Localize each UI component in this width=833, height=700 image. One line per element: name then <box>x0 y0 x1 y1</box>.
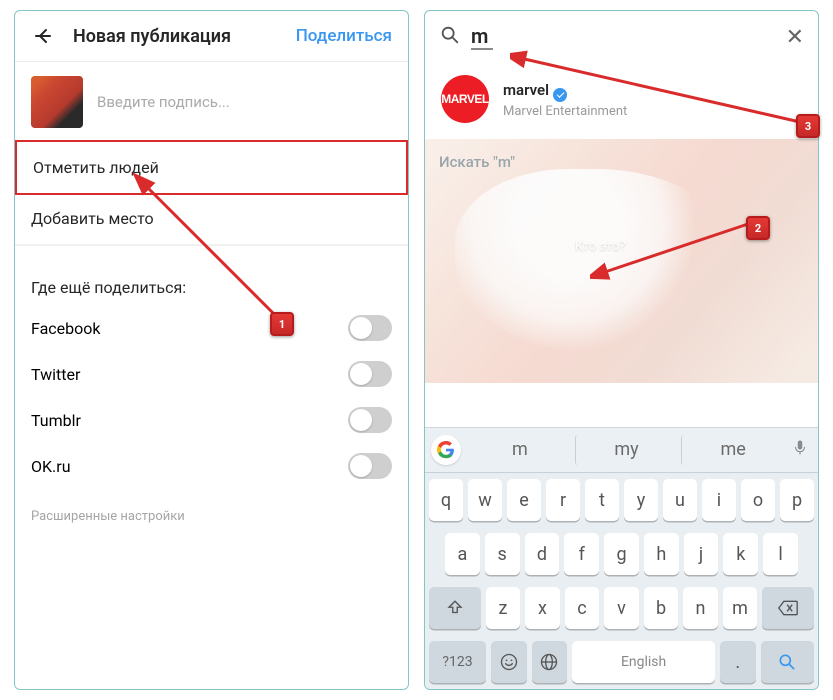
key-d[interactable]: d <box>525 533 560 575</box>
key-z[interactable]: z <box>486 587 521 629</box>
suggestion-bar: m my me <box>425 428 818 473</box>
backspace-key[interactable] <box>762 587 814 629</box>
keyboard: m my me qwertyuiop asdfghjkl zxcvbnm ?12… <box>425 427 818 689</box>
emoji-key[interactable] <box>491 641 527 683</box>
key-row: qwertyuiop <box>425 473 818 527</box>
key-x[interactable]: x <box>525 587 560 629</box>
key-q[interactable]: q <box>429 479 463 521</box>
suggestion[interactable]: my <box>575 435 678 465</box>
key-a[interactable]: a <box>445 533 480 575</box>
key-c[interactable]: c <box>565 587 600 629</box>
search-icon <box>439 24 461 50</box>
share-twitter: Twitter <box>15 351 408 397</box>
key-w[interactable]: w <box>468 479 502 521</box>
header: Новая публикация Поделиться <box>15 11 408 62</box>
key-g[interactable]: g <box>604 533 639 575</box>
key-l[interactable]: l <box>763 533 798 575</box>
search-key[interactable] <box>761 641 814 683</box>
verified-icon <box>553 88 567 102</box>
add-location-row[interactable]: Добавить место <box>15 193 408 245</box>
suggestion[interactable]: m <box>469 435 571 465</box>
back-arrow-icon[interactable] <box>31 23 57 49</box>
key-y[interactable]: y <box>624 479 658 521</box>
key-v[interactable]: v <box>604 587 639 629</box>
numeric-key[interactable]: ?123 <box>429 641 486 683</box>
key-k[interactable]: k <box>723 533 758 575</box>
key-h[interactable]: h <box>644 533 679 575</box>
key-p[interactable]: p <box>780 479 814 521</box>
tag-people-row[interactable]: Отметить людей <box>15 140 408 195</box>
key-row: zxcvbnm <box>425 581 818 635</box>
share-facebook: Facebook <box>15 305 408 351</box>
key-u[interactable]: u <box>663 479 697 521</box>
share-okru: OK.ru <box>15 443 408 489</box>
key-i[interactable]: i <box>702 479 736 521</box>
toggle-okru[interactable] <box>348 453 392 479</box>
annotation-1: 1 <box>270 312 294 336</box>
shift-key[interactable] <box>429 587 481 629</box>
toggle-facebook[interactable] <box>348 315 392 341</box>
advanced-settings[interactable]: Расширенные настройки <box>15 489 408 544</box>
search-bar: m ✕ <box>425 11 818 63</box>
key-m[interactable]: m <box>723 587 758 629</box>
key-f[interactable]: f <box>564 533 599 575</box>
network-label: Tumblr <box>31 411 81 430</box>
close-icon[interactable]: ✕ <box>786 25 804 50</box>
space-key[interactable]: English <box>572 641 715 683</box>
divider <box>15 245 408 262</box>
annotation-2: 2 <box>746 216 770 240</box>
also-share-label: Где ещё поделиться: <box>15 262 408 305</box>
network-label: OK.ru <box>31 457 71 476</box>
network-label: Facebook <box>31 319 100 338</box>
share-button[interactable]: Поделиться <box>296 26 392 46</box>
suggestion[interactable]: me <box>681 435 784 465</box>
network-label: Twitter <box>31 365 80 384</box>
period-key[interactable]: . <box>720 641 756 683</box>
page-title: Новая публикация <box>73 26 296 47</box>
phone-search-tag: m ✕ MARVEL marvel Marvel Entertainment И… <box>424 10 819 690</box>
search-input[interactable]: m <box>471 24 493 50</box>
tag-prompt[interactable]: Кто это? <box>575 239 626 254</box>
annotation-3: 3 <box>796 114 820 138</box>
key-j[interactable]: j <box>684 533 719 575</box>
key-row: asdfghjkl <box>425 527 818 581</box>
search-hint: Искать "m" <box>439 153 515 171</box>
result-avatar: MARVEL <box>441 75 489 123</box>
caption-placeholder[interactable]: Введите подпись... <box>97 93 230 111</box>
result-username: marvel <box>503 80 627 102</box>
phone-new-post: Новая публикация Поделиться Введите подп… <box>14 10 409 690</box>
toggle-tumblr[interactable] <box>348 407 392 433</box>
key-o[interactable]: o <box>741 479 775 521</box>
post-thumbnail[interactable] <box>31 76 83 128</box>
globe-key[interactable] <box>532 641 568 683</box>
key-e[interactable]: e <box>507 479 541 521</box>
key-row: ?123 English . <box>425 635 818 689</box>
photo-background[interactable]: Искать "m" Кто это? <box>425 139 818 383</box>
key-s[interactable]: s <box>485 533 520 575</box>
key-b[interactable]: b <box>644 587 679 629</box>
result-fullname: Marvel Entertainment <box>503 104 627 119</box>
search-result[interactable]: MARVEL marvel Marvel Entertainment <box>425 63 818 139</box>
mic-icon[interactable] <box>788 439 812 461</box>
google-icon[interactable] <box>431 435 461 465</box>
toggle-twitter[interactable] <box>348 361 392 387</box>
share-tumblr: Tumblr <box>15 397 408 443</box>
caption-row[interactable]: Введите подпись... <box>15 62 408 142</box>
key-t[interactable]: t <box>585 479 619 521</box>
key-r[interactable]: r <box>546 479 580 521</box>
key-n[interactable]: n <box>683 587 718 629</box>
